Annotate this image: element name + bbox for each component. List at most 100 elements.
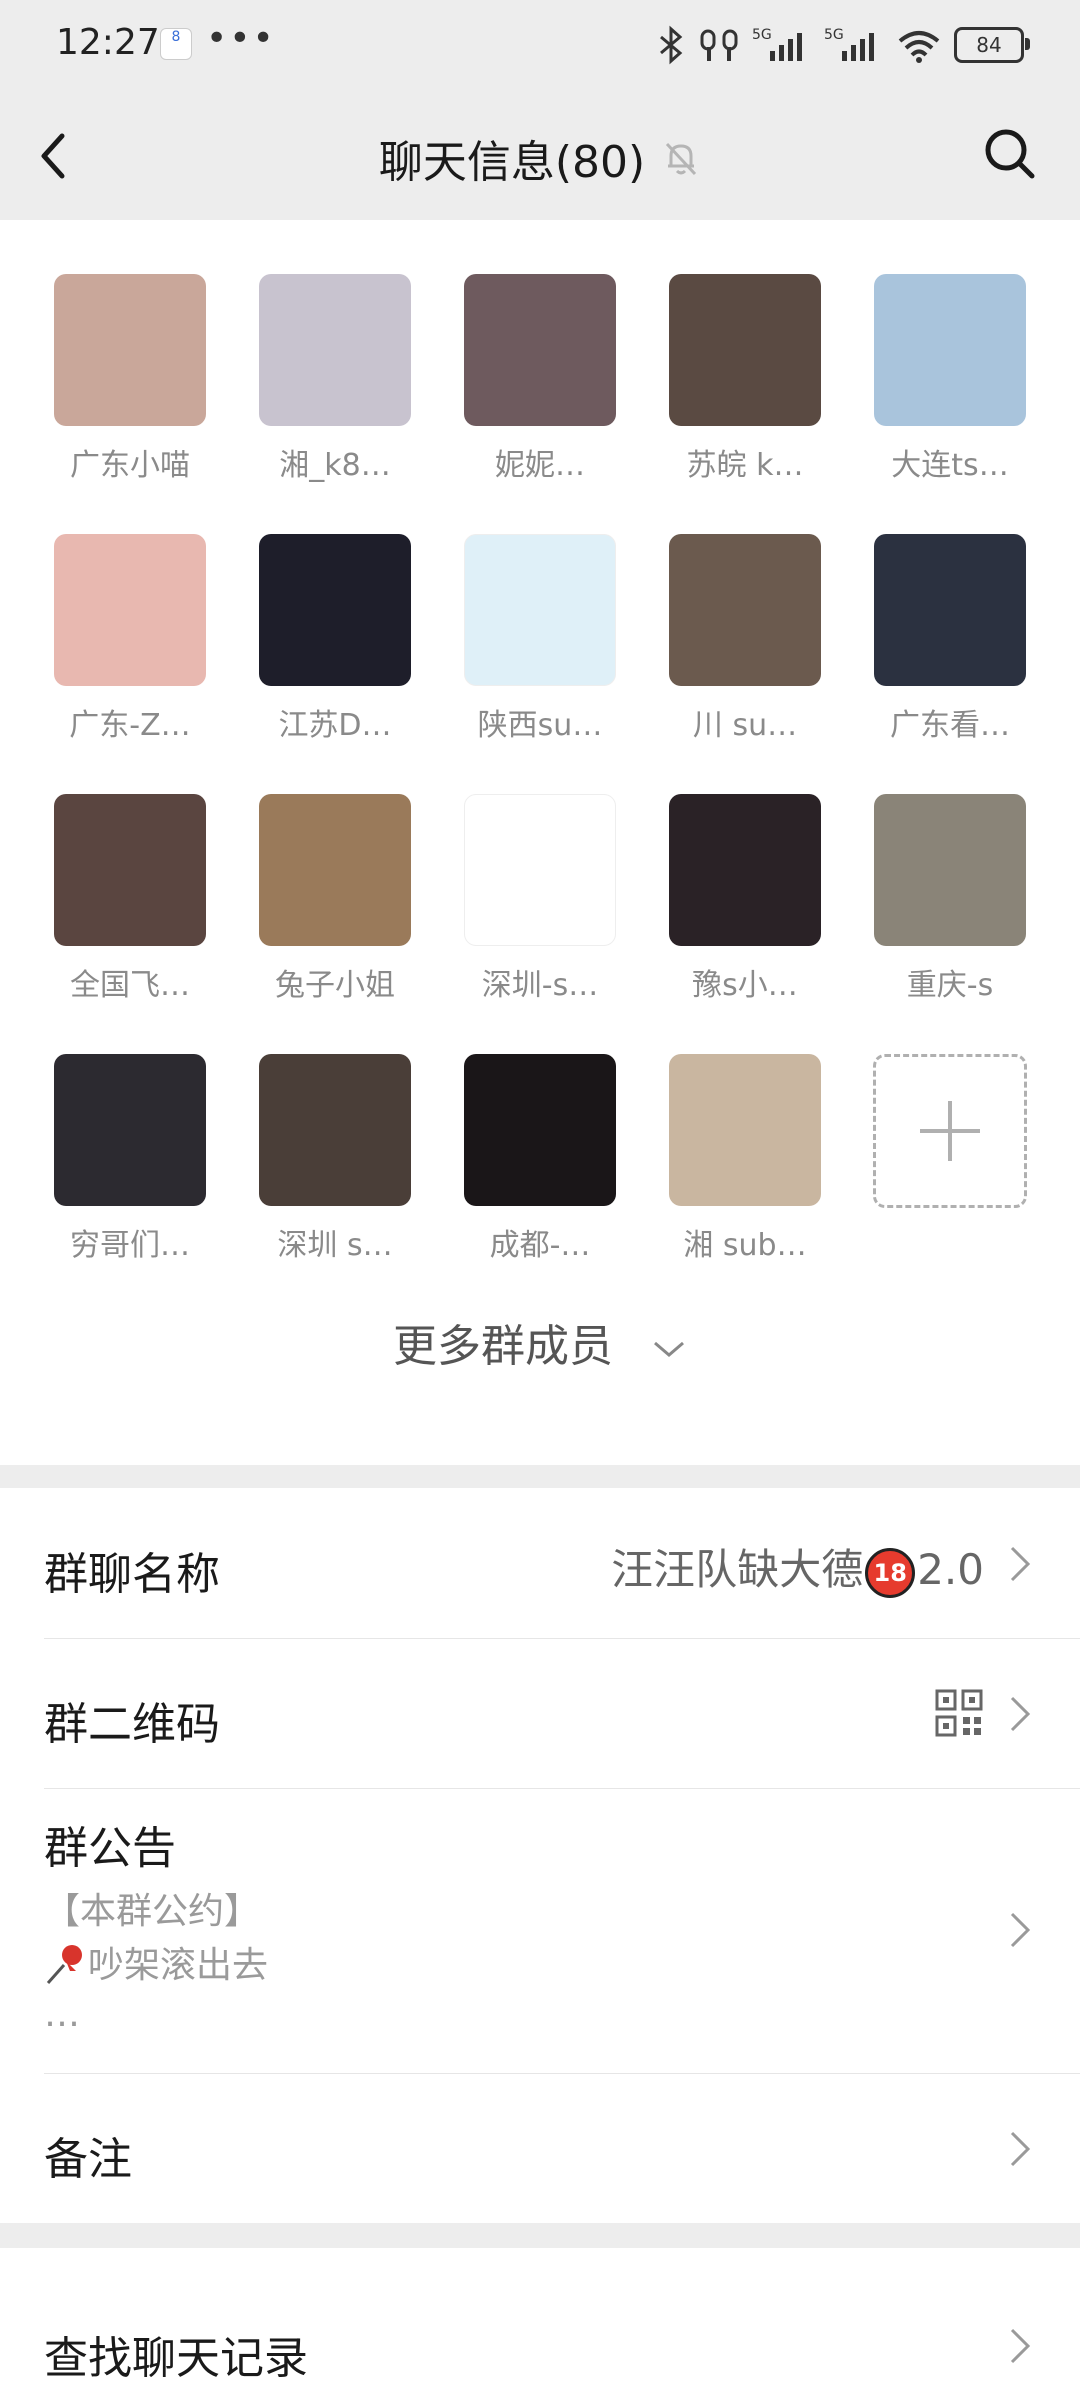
member-item[interactable]: 江苏D… (245, 534, 425, 744)
chevron-down-icon (654, 1341, 684, 1357)
member-name: 湘 sub… (683, 1228, 807, 1263)
remark-row[interactable]: 备注 (44, 2073, 1080, 2223)
member-item[interactable]: 湘_k8… (245, 274, 425, 484)
status-time: 12:27 (56, 22, 160, 63)
qr-code-label: 群二维码 (44, 1699, 220, 1750)
chevron-right-icon (1010, 2328, 1031, 2364)
settings-section: 群聊名称 汪汪队缺大德 18 2.0 群二维码 群公告 【本群公约】 吵架滚出去… (0, 1488, 1080, 2223)
group-name-label: 群聊名称 (44, 1549, 220, 1600)
search-history-row[interactable]: 查找聊天记录 (44, 2248, 1080, 2398)
notice-line-2: 吵架滚出去 (44, 1936, 268, 1988)
avatar (54, 794, 206, 946)
notice-line-2-text: 吵架滚出去 (88, 1945, 269, 1986)
battery-icon: 84 (954, 27, 1030, 63)
mute-bell-icon (666, 142, 697, 176)
avatar (259, 1054, 411, 1206)
avatar (464, 794, 616, 946)
search-icon[interactable] (980, 124, 1040, 184)
avatar (464, 274, 616, 426)
group-notice-row[interactable]: 群公告 【本群公约】 吵架滚出去 … (44, 1788, 1080, 2074)
age-18-badge-icon: 18 (865, 1547, 916, 1598)
notice-line-3: … (44, 1994, 80, 2035)
member-item[interactable]: 妮妮… (450, 274, 630, 484)
group-name-text: 汪汪队缺大德 (611, 1545, 864, 1594)
pushpin-icon (46, 1945, 82, 1984)
chevron-right-icon (1010, 2131, 1031, 2167)
member-item[interactable]: 广东看… (860, 534, 1040, 744)
page-title: 聊天信息(80) (378, 137, 646, 188)
member-item[interactable]: 深圳-s… (450, 794, 630, 1004)
member-name: 全国飞… (70, 968, 190, 1003)
avatar (259, 274, 411, 426)
avatar (669, 794, 821, 946)
remark-label: 备注 (44, 2134, 132, 2185)
avatar (669, 274, 821, 426)
member-name: 陕西su… (477, 708, 603, 743)
group-notice-label: 群公告 (44, 1823, 176, 1874)
notice-line-1: 【本群公约】 (44, 1891, 261, 1932)
member-name: 重庆-s (906, 968, 994, 1003)
member-item[interactable]: 全国飞… (40, 794, 220, 1004)
member-name: 大连ts… (891, 448, 1009, 483)
qr-code-row[interactable]: 群二维码 (44, 1638, 1080, 1789)
member-item[interactable]: 湘 sub… (655, 1054, 835, 1264)
more-members-button[interactable]: 更多群成员 (0, 1310, 1080, 1374)
signal-icon: 5G (752, 27, 802, 61)
more-notifications-icon: ••• (206, 18, 276, 59)
member-item[interactable]: 兔子小姐 (245, 794, 425, 1004)
qr-code-icon (935, 1689, 983, 1737)
avatar (54, 1054, 206, 1206)
avatar (259, 794, 411, 946)
group-name-value: 汪汪队缺大德 18 2.0 (611, 1536, 984, 1598)
avatar (464, 1054, 616, 1206)
member-name: 穷哥们… (70, 1228, 190, 1263)
avatar (54, 274, 206, 426)
member-name: 妮妮… (495, 448, 585, 483)
member-name: 豫s小… (692, 968, 798, 1003)
signal-icon: 5G (824, 27, 874, 61)
avatar (259, 534, 411, 686)
bluetooth-icon (660, 25, 683, 65)
more-members-label: 更多群成员 (393, 1321, 613, 1372)
group-name-suffix: 2.0 (917, 1545, 984, 1594)
status-bar: 12:27 8 ••• 5G 5G 84 (0, 0, 1080, 90)
member-name: 深圳 s… (277, 1228, 393, 1263)
member-item[interactable]: 大连ts… (860, 274, 1040, 484)
member-item[interactable]: 深圳 s… (245, 1054, 425, 1264)
member-item[interactable]: 川 su… (655, 534, 835, 744)
member-name: 兔子小姐 (275, 968, 395, 1003)
member-item[interactable]: 穷哥们… (40, 1054, 220, 1264)
wifi-icon (898, 31, 940, 63)
notification-badge: 8 (160, 28, 192, 60)
member-item[interactable]: 重庆-s (860, 794, 1040, 1004)
avatar (464, 534, 616, 686)
member-name: 湘_k8… (279, 448, 391, 483)
member-name: 江苏D… (278, 708, 392, 743)
avatar (54, 534, 206, 686)
network-label: 5G (752, 27, 772, 43)
chevron-right-icon (1010, 1546, 1031, 1582)
member-item[interactable]: 广东小喵 (40, 274, 220, 484)
add-member-button[interactable] (860, 1054, 1040, 1208)
group-name-row[interactable]: 群聊名称 汪汪队缺大德 18 2.0 (44, 1488, 1080, 1639)
member-item[interactable]: 豫s小… (655, 794, 835, 1004)
search-section: 查找聊天记录 (0, 2248, 1080, 2400)
earbuds-icon (700, 29, 738, 61)
member-name: 川 su… (692, 708, 798, 743)
member-item[interactable]: 广东-Z… (40, 534, 220, 744)
page-title-container: 聊天信息(80) (0, 126, 1080, 190)
avatar (874, 794, 1026, 946)
avatar (669, 1054, 821, 1206)
nav-bar: 聊天信息(80) (0, 90, 1080, 220)
avatar (669, 534, 821, 686)
member-item[interactable]: 成都-… (450, 1054, 630, 1264)
chevron-right-icon (1010, 1912, 1031, 1948)
member-name: 深圳-s… (481, 968, 599, 1003)
network-label: 5G (824, 27, 844, 43)
member-name: 苏皖 k… (686, 448, 804, 483)
member-item[interactable]: 陕西su… (450, 534, 630, 744)
member-name: 广东小喵 (70, 448, 190, 483)
member-section: 广东小喵 湘_k8… 妮妮… 苏皖 k… 大连ts… 广东-Z… 江苏D… 陕西su… 川 su… (0, 220, 1080, 1465)
member-item[interactable]: 苏皖 k… (655, 274, 835, 484)
member-name: 成都-… (489, 1228, 591, 1263)
